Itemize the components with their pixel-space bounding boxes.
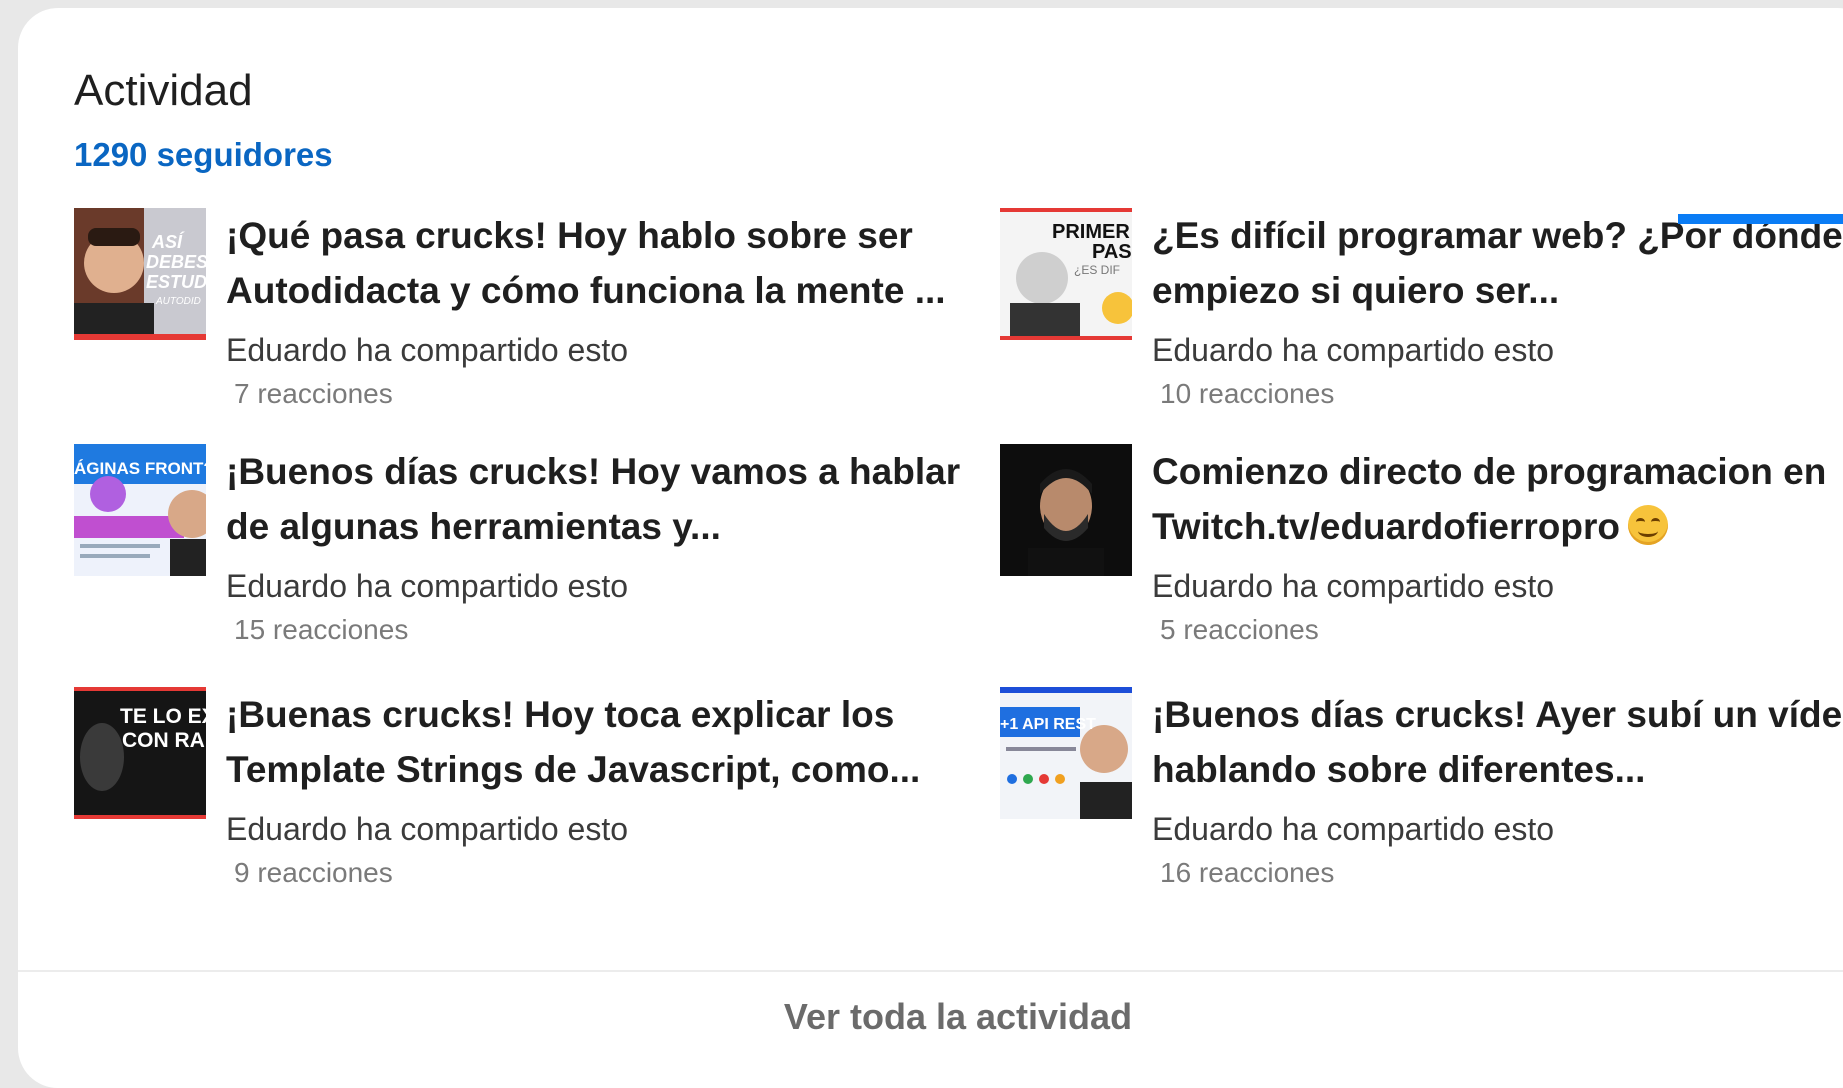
profile-photo-image	[1000, 444, 1132, 576]
activity-post[interactable]: ASÍ DEBES ESTUD AUTODID ¡Qué pasa crucks…	[74, 208, 974, 409]
thumbnail-text: PAS	[1092, 241, 1132, 263]
post-headline[interactable]: ¿Es difícil programar web? ¿Por dónde em…	[1152, 208, 1843, 318]
post-thumbnail[interactable]: ASÍ DEBES ESTUD AUTODID	[74, 208, 206, 340]
video-thumbnail-image: +1 API REST	[1000, 687, 1132, 819]
post-text: Comienzo directo de programacion en Twit…	[1152, 444, 1843, 648]
post-text: ¡Qué pasa crucks! Hoy hablo sobre ser Au…	[226, 208, 986, 412]
post-reactions[interactable]: 5 reacciones	[1152, 612, 1843, 648]
smiling-face-icon	[1628, 505, 1669, 545]
thumbnail-text: ÁGINAS FRONT?	[74, 459, 206, 478]
post-headline[interactable]: ¡Qué pasa crucks! Hoy hablo sobre ser Au…	[226, 208, 986, 318]
post-reactions[interactable]: 10 reacciones	[1152, 376, 1843, 412]
thumbnail-text: CON RAP	[122, 729, 206, 752]
post-subtitle: Eduardo ha compartido esto	[1152, 568, 1555, 604]
activity-card: Actividad 1290 seguidores ASÍ DEBES ESTU…	[18, 8, 1843, 1088]
video-thumbnail-image: ASÍ DEBES ESTUD AUTODID	[74, 208, 206, 340]
activity-post[interactable]: +1 API REST ¡Buenos días crucks! Ayer su…	[1000, 687, 1843, 888]
thumbnail-text: +1 API REST	[1000, 716, 1096, 733]
post-thumbnail[interactable]: TE LO EXPL CON RAP	[74, 687, 206, 819]
post-subtitle: Eduardo ha compartido esto	[226, 811, 629, 847]
thumbnail-text: TE LO EXPL	[120, 705, 206, 728]
footer-divider	[18, 970, 1843, 972]
post-subtitle: Eduardo ha compartido esto	[226, 332, 629, 368]
post-thumbnail[interactable]	[1000, 444, 1132, 576]
post-thumbnail[interactable]: +1 API REST	[1000, 687, 1132, 819]
see-all-activity-link[interactable]: Ver toda la actividad	[18, 996, 1843, 1038]
thumbnail-text: ¿ES DIF	[1074, 263, 1120, 277]
progress-indicator	[1678, 214, 1843, 224]
activity-post[interactable]: Comienzo directo de programacion en Twit…	[1000, 444, 1843, 645]
section-title: Actividad	[74, 66, 253, 115]
post-text: ¡Buenos días crucks! Ayer subí un vídeo …	[1152, 687, 1843, 891]
post-headline[interactable]: ¡Buenos días crucks! Hoy vamos a hablar …	[226, 444, 986, 554]
video-thumbnail-image: PRIMER PAS ¿ES DIF	[1000, 208, 1132, 340]
thumbnail-text: PRIMER	[1052, 221, 1130, 243]
thumbnail-text: AUTODID	[155, 296, 201, 307]
video-thumbnail-image: ÁGINAS FRONT?	[74, 444, 206, 576]
post-subtitle: Eduardo ha compartido esto	[1152, 811, 1555, 847]
post-text: ¡Buenas crucks! Hoy toca explicar los Te…	[226, 687, 986, 891]
video-thumbnail-image: TE LO EXPL CON RAP	[74, 687, 206, 819]
post-headline[interactable]: ¡Buenas crucks! Hoy toca explicar los Te…	[226, 687, 986, 797]
post-reactions[interactable]: 16 reacciones	[1152, 855, 1843, 891]
activity-post[interactable]: ÁGINAS FRONT? ¡Buenos días crucks! Hoy v…	[74, 444, 974, 645]
post-text: ¡Buenos días crucks! Hoy vamos a hablar …	[226, 444, 986, 648]
post-headline[interactable]: Comienzo directo de programacion en Twit…	[1152, 444, 1843, 554]
followers-link[interactable]: 1290 seguidores	[74, 136, 333, 174]
post-text: ¿Es difícil programar web? ¿Por dónde em…	[1152, 208, 1843, 412]
post-subtitle: Eduardo ha compartido esto	[1152, 332, 1555, 368]
activity-post[interactable]: TE LO EXPL CON RAP ¡Buenas crucks! Hoy t…	[74, 687, 974, 888]
post-headline[interactable]: ¡Buenos días crucks! Ayer subí un vídeo …	[1152, 687, 1843, 797]
post-reactions[interactable]: 15 reacciones	[226, 612, 986, 648]
post-thumbnail[interactable]: ÁGINAS FRONT?	[74, 444, 206, 576]
thumbnail-text: ESTUD	[146, 272, 206, 292]
thumbnail-text: ASÍ	[151, 231, 185, 252]
post-subtitle: Eduardo ha compartido esto	[226, 568, 629, 604]
activity-post[interactable]: PRIMER PAS ¿ES DIF ¿Es difícil programar…	[1000, 208, 1843, 409]
thumbnail-text: DEBES	[146, 252, 206, 272]
post-reactions[interactable]: 7 reacciones	[226, 376, 986, 412]
post-reactions[interactable]: 9 reacciones	[226, 855, 986, 891]
post-thumbnail[interactable]: PRIMER PAS ¿ES DIF	[1000, 208, 1132, 340]
post-headline-text: Comienzo directo de programacion en Twit…	[1152, 451, 1827, 547]
